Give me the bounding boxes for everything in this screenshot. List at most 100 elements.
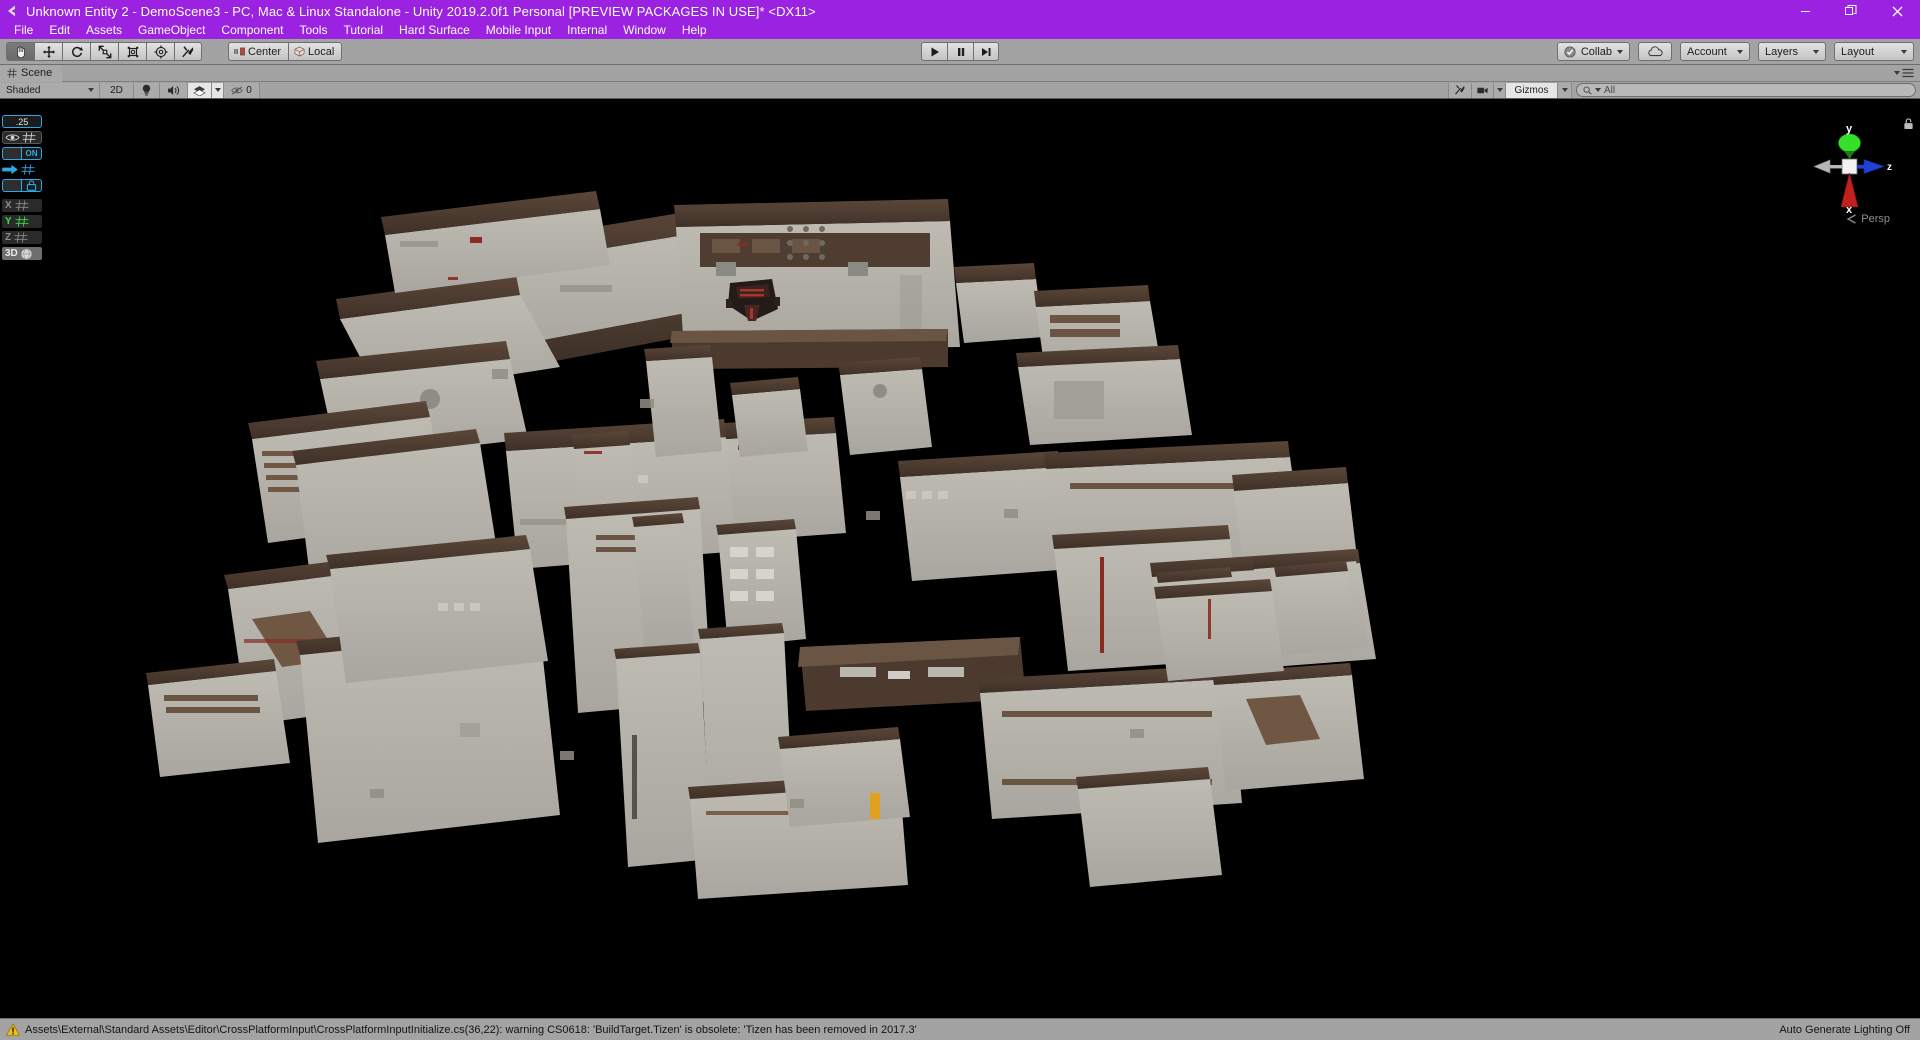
scale-tool-button[interactable] [90, 42, 118, 61]
menu-tutorial[interactable]: Tutorial [335, 22, 391, 39]
scene-orientation-gizmo[interactable]: z y x [1806, 121, 1892, 213]
pivot-mode-button[interactable]: Center [228, 42, 289, 61]
scene-view[interactable]: .25 ON X Y Z 3D z y x Persp [0, 99, 1920, 1018]
menu-assets[interactable]: Assets [78, 22, 130, 39]
lightbulb-icon [142, 84, 151, 96]
tab-scene[interactable]: Scene [0, 64, 63, 82]
menu-edit[interactable]: Edit [41, 22, 78, 39]
hidden-objects-count: 0 [246, 84, 252, 96]
grid-move-toggle[interactable] [2, 164, 42, 175]
warning-triangle-icon [6, 1023, 20, 1036]
grid-icon [14, 232, 28, 243]
scene-camera-dropdown[interactable] [1494, 82, 1506, 98]
grid-axis-y-label: Y [5, 216, 12, 227]
grid-visibility-row [2, 131, 44, 144]
grid-axis-x-toggle[interactable]: X [2, 199, 42, 212]
scene-toolbar-right: Gizmos All [1448, 82, 1916, 98]
account-button[interactable]: Account [1680, 42, 1750, 61]
grid-icon [22, 132, 36, 143]
restore-button[interactable] [1828, 0, 1874, 22]
collab-check-icon [1564, 45, 1576, 58]
chevron-down-icon [1617, 49, 1623, 54]
grid-snap-on-toggle[interactable]: ON [21, 147, 42, 160]
step-button[interactable] [973, 42, 999, 61]
chevron-down-icon [88, 88, 94, 92]
custom-editor-tool-button[interactable] [174, 42, 202, 61]
pivot-mode-label: Center [248, 45, 282, 58]
audio-toggle-button[interactable] [160, 82, 188, 98]
lighting-toggle-button[interactable] [134, 82, 160, 98]
grid-move-row [2, 163, 44, 176]
grid-snapping-widget: .25 ON X Y Z 3D [2, 115, 44, 260]
scene-tab-menu-button[interactable] [1894, 68, 1914, 78]
transform-tools-group [6, 42, 202, 61]
grid-lock-toggle[interactable] [21, 179, 42, 192]
lock-icon [26, 180, 37, 191]
sphere-icon [21, 247, 32, 260]
rotate-tool-button[interactable] [62, 42, 90, 61]
gizmos-dropdown[interactable] [1558, 82, 1572, 98]
scene-3d-viewport[interactable] [0, 99, 1920, 1018]
grid-snap-off-half[interactable] [2, 147, 21, 160]
grid-snap-value-field[interactable]: .25 [2, 115, 42, 128]
draw-mode-dropdown[interactable]: Shaded [0, 82, 100, 98]
hidden-eye-icon [231, 86, 243, 94]
menu-internal[interactable]: Internal [559, 22, 615, 39]
menu-window[interactable]: Window [615, 22, 674, 39]
grid-3d-row: 3D [2, 247, 44, 260]
menu-file[interactable]: File [6, 22, 41, 39]
move-tool-button[interactable] [34, 42, 62, 61]
grid-hash-icon [7, 68, 17, 78]
scene-view-toolbar: Shaded 2D 0 Gizmos All [0, 82, 1920, 99]
minimize-button[interactable] [1782, 0, 1828, 22]
handle-rotation-button[interactable]: Local [288, 42, 343, 61]
transform-tool-button[interactable] [146, 42, 174, 61]
console-status-message[interactable]: Assets\External\Standard Assets\Editor\C… [0, 1023, 917, 1036]
grid-axis-y-toggle[interactable]: Y [2, 215, 42, 228]
pause-button[interactable] [947, 42, 973, 61]
effects-dropdown-button[interactable] [212, 82, 224, 98]
layers-label: Layers [1765, 45, 1799, 58]
toggle-2d-label: 2D [110, 84, 123, 96]
scene-view-lock-button[interactable] [1903, 117, 1914, 135]
arrow-right-icon [2, 164, 18, 175]
window-controls [1782, 0, 1920, 22]
toggle-2d-button[interactable]: 2D [100, 82, 134, 98]
play-button[interactable] [921, 42, 947, 61]
layout-button[interactable]: Layout [1834, 42, 1914, 61]
menu-gameobject[interactable]: GameObject [130, 22, 213, 39]
grid-lock-off-half[interactable] [2, 179, 21, 192]
menu-hard-surface[interactable]: Hard Surface [391, 22, 478, 39]
cloud-button[interactable] [1638, 42, 1672, 61]
chevron-down-icon [1595, 88, 1601, 92]
grid-snap-toggle-label: ON [25, 149, 38, 158]
cloud-icon [1647, 46, 1663, 57]
scene-projection-toggle[interactable]: Persp [1846, 213, 1890, 225]
menu-help[interactable]: Help [674, 22, 715, 39]
collab-button[interactable]: Collab [1556, 42, 1630, 61]
gizmos-button[interactable]: Gizmos [1506, 82, 1558, 98]
unity-logo-icon [0, 4, 26, 18]
menu-component[interactable]: Component [213, 22, 291, 39]
effects-toggle-button[interactable] [188, 82, 212, 98]
grid-axis-z-toggle[interactable]: Z [2, 231, 42, 244]
hidden-objects-button[interactable]: 0 [224, 82, 260, 98]
scene-camera-button[interactable] [1472, 82, 1494, 98]
layers-button[interactable]: Layers [1758, 42, 1826, 61]
rect-tool-button[interactable] [118, 42, 146, 61]
grid-3d-toggle[interactable]: 3D [2, 247, 42, 260]
grid-visibility-toggle[interactable] [2, 131, 42, 144]
auto-lighting-status[interactable]: Auto Generate Lighting Off [1779, 1024, 1910, 1036]
scene-tools-button[interactable] [1448, 82, 1472, 98]
playback-controls [921, 42, 999, 61]
grid-snap-value: .25 [15, 116, 29, 127]
close-button[interactable] [1874, 0, 1920, 22]
scene-search-field[interactable]: All [1576, 83, 1916, 97]
gizmo-z-label: z [1887, 162, 1892, 173]
grid-axis-x-label: X [5, 200, 12, 211]
handle-rotation-label: Local [308, 45, 335, 58]
hand-tool-button[interactable] [6, 42, 34, 61]
menu-mobile-input[interactable]: Mobile Input [478, 22, 559, 39]
padlock-icon [1904, 118, 1913, 130]
menu-tools[interactable]: Tools [291, 22, 335, 39]
